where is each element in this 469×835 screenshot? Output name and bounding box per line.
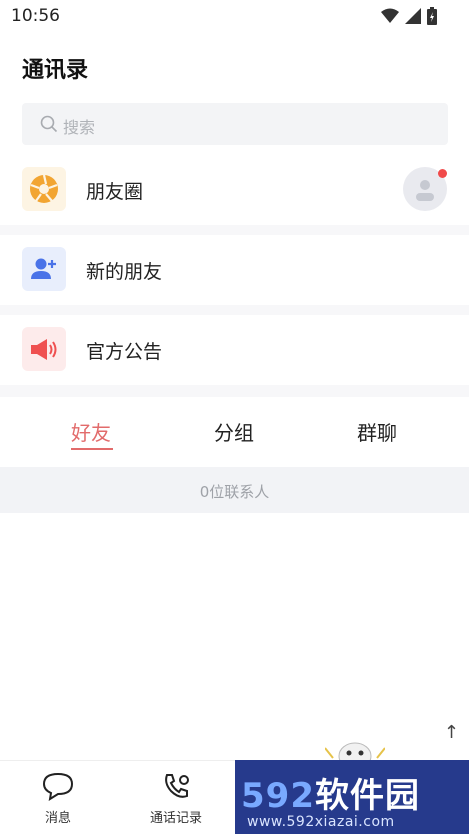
moments-row[interactable]: 朋友圈: [0, 155, 469, 225]
new-friends-label: 新的朋友: [86, 261, 163, 283]
tab-friends[interactable]: 好友: [71, 417, 111, 446]
announcements-row[interactable]: 官方公告: [0, 315, 469, 385]
divider: [0, 385, 469, 397]
divider: [0, 305, 469, 315]
watermark-url: www.592xiazai.com: [247, 814, 395, 830]
status-time: 10:56: [11, 6, 60, 26]
megaphone-icon: [31, 339, 57, 360]
moments-label: 朋友圈: [86, 181, 144, 203]
phone-call-icon: [165, 774, 189, 798]
tab-active-underline: [71, 448, 113, 450]
avatar[interactable]: [403, 167, 447, 211]
announcements-label: 官方公告: [86, 341, 163, 363]
status-icons: [381, 7, 437, 25]
tab-group-chats[interactable]: 群聊: [357, 417, 397, 446]
status-bar: 10:56: [0, 0, 469, 32]
scroll-top-button[interactable]: ↑: [444, 722, 459, 743]
contact-count-bar: 0位联系人: [0, 467, 469, 513]
contact-tabs: 好友 分组 群聊: [0, 397, 469, 467]
nav-call-log[interactable]: 通话记录: [141, 771, 211, 826]
chat-bubble-icon: [42, 772, 74, 802]
announcements-icon-tile: [22, 327, 66, 371]
new-friends-row[interactable]: 新的朋友: [0, 235, 469, 305]
watermark-digits: 592: [241, 776, 315, 816]
watermark-logo: 592软件园: [241, 768, 420, 817]
notification-dot: [438, 169, 447, 178]
tab-groups[interactable]: 分组: [214, 417, 254, 446]
moments-icon-tile: [22, 167, 66, 211]
new-friends-icon-tile: [22, 247, 66, 291]
search-input[interactable]: 搜索: [22, 103, 448, 145]
nav-messages-label: 消息: [44, 811, 71, 826]
watermark-banner: 592软件园 www.592xiazai.com: [235, 760, 469, 834]
divider: [0, 225, 469, 235]
cellular-signal-icon: [405, 8, 421, 24]
watermark-brand: 软件园: [314, 776, 420, 816]
wifi-icon: [381, 8, 399, 23]
contact-count: 0位联系人: [199, 483, 270, 501]
search-icon: [40, 115, 58, 133]
page-title: 通讯录: [22, 58, 89, 83]
search-placeholder: 搜索: [63, 118, 96, 137]
nav-messages[interactable]: 消息: [23, 771, 93, 826]
add-user-icon: [31, 258, 56, 279]
aperture-icon: [30, 174, 58, 203]
battery-icon: [427, 7, 437, 25]
nav-call-log-label: 通话记录: [149, 811, 202, 826]
